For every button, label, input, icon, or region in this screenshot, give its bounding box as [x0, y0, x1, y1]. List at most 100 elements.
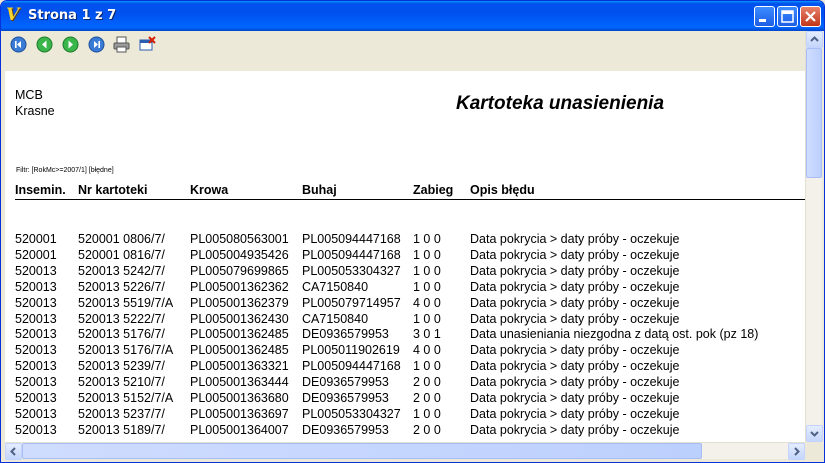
filter-text: Filtr: [RokMc>=2007/1] [błędne] — [16, 167, 114, 174]
cell-opis-bledu: Data unasieniania niezgodna z datą ost. … — [470, 327, 759, 342]
previous-page-icon[interactable] — [36, 36, 53, 53]
printer-icon[interactable] — [113, 36, 130, 53]
cell-buhaj: DE0936579953 — [302, 327, 389, 342]
cell-zabieg: 1 0 0 — [413, 359, 441, 374]
vertical-scrollbar[interactable] — [805, 31, 823, 442]
cell-insemin: 520013 — [15, 375, 57, 390]
column-header-krowa: Krowa — [190, 183, 229, 197]
cell-krowa: PL005001363680 — [190, 391, 289, 405]
cell-zabieg: 1 0 0 — [413, 232, 441, 246]
report-page: MCB Krasne Kartoteka unasienienia Filtr:… — [5, 71, 805, 442]
cell-insemin: 520013 — [15, 263, 57, 278]
cell-nr-kartoteki: 520013 5242/7/ — [78, 263, 165, 278]
cell-insemin: 520013 — [15, 279, 57, 294]
close-button[interactable] — [800, 6, 821, 27]
minimize-button[interactable] — [754, 6, 775, 27]
cell-buhaj: PL005053304327 — [302, 263, 401, 278]
cell-opis-bledu: Data pokrycia > daty próby - oczekuje — [470, 295, 680, 310]
cell-nr-kartoteki: 520013 5237/7/ — [78, 406, 165, 421]
cell-buhaj: CA7150840 — [302, 279, 369, 294]
cell-buhaj: DE0936579953 — [302, 422, 389, 437]
arrow-left-icon — [10, 447, 16, 456]
column-header-insemin: Insemin. — [15, 183, 66, 197]
cell-zabieg: 4 0 0 — [413, 295, 441, 310]
toolbar — [5, 31, 820, 71]
header-underline — [15, 199, 805, 200]
cell-krowa: PL005001364007 — [190, 422, 289, 437]
cell-zabieg: 1 0 0 — [413, 247, 441, 262]
cell-zabieg: 1 0 0 — [413, 263, 441, 278]
cell-opis-bledu: Data pokrycia > daty próby - oczekuje — [470, 247, 680, 262]
cell-zabieg: 1 0 0 — [413, 311, 441, 326]
last-page-icon[interactable] — [88, 36, 105, 53]
cell-krowa: PL005001363697 — [190, 406, 289, 421]
first-page-icon[interactable] — [10, 36, 27, 53]
cell-insemin: 520001 — [15, 247, 57, 262]
cell-krowa: PL005001362430 — [190, 311, 289, 326]
app-icon: V — [6, 5, 20, 25]
cell-opis-bledu: Data pokrycia > daty próby - oczekuje — [470, 311, 680, 326]
cell-nr-kartoteki: 520013 5226/7/ — [78, 279, 165, 294]
title-bar[interactable]: V Strona 1 z 7 — [1, 1, 824, 31]
cell-insemin: 520013 — [15, 327, 57, 342]
scroll-down-button[interactable] — [806, 425, 823, 442]
cell-nr-kartoteki: 520013 5176/7/ — [78, 327, 165, 342]
cell-krowa: PL005080563001 — [190, 232, 289, 246]
window-title: Strona 1 z 7 — [28, 8, 117, 23]
cell-buhaj: CA7150840 — [302, 311, 369, 326]
close-icon — [805, 11, 816, 22]
cell-krowa: PL005001362362 — [190, 279, 289, 294]
cell-insemin: 520013 — [15, 422, 57, 437]
maximize-button[interactable] — [777, 6, 798, 27]
cell-zabieg: 1 0 0 — [413, 279, 441, 294]
cell-zabieg: 1 0 0 — [413, 406, 441, 421]
cell-opis-bledu: Data pokrycia > daty próby - oczekuje — [470, 343, 680, 358]
cell-opis-bledu: Data pokrycia > daty próby - oczekuje — [470, 232, 680, 246]
vertical-scroll-thumb[interactable] — [806, 48, 822, 178]
cell-insemin: 520013 — [15, 295, 57, 310]
cell-zabieg: 2 0 0 — [413, 391, 441, 405]
cell-buhaj: PL005094447168 — [302, 359, 401, 374]
arrow-up-icon — [810, 36, 819, 42]
maximize-icon — [781, 10, 794, 23]
column-header-buhaj: Buhaj — [302, 183, 337, 197]
column-header-zabieg: Zabieg — [413, 183, 454, 197]
cell-krowa: PL005001362379 — [190, 295, 289, 310]
cell-nr-kartoteki: 520013 5222/7/ — [78, 311, 165, 326]
cell-buhaj: PL005079714957 — [302, 295, 401, 310]
column-header-nr-kartoteki: Nr kartoteki — [78, 183, 148, 197]
cell-insemin: 520013 — [15, 391, 57, 405]
cell-krowa: PL005001363321 — [190, 359, 289, 374]
cell-buhaj: PL005094447168 — [302, 232, 401, 246]
close-preview-icon[interactable] — [139, 36, 156, 53]
scroll-up-button[interactable] — [806, 31, 823, 48]
arrow-down-icon — [810, 431, 819, 437]
cell-nr-kartoteki: 520013 5189/7/ — [78, 422, 165, 437]
cell-zabieg: 2 0 0 — [413, 422, 441, 437]
next-page-icon[interactable] — [62, 36, 79, 53]
scrollbar-corner — [805, 442, 822, 459]
cell-krowa: PL005001362485 — [190, 327, 289, 342]
cell-krowa: PL005001362485 — [190, 343, 289, 358]
scroll-left-button[interactable] — [5, 443, 22, 460]
cell-insemin: 520013 — [15, 359, 57, 374]
cell-nr-kartoteki: 520013 5152/7/A — [78, 391, 174, 405]
cell-opis-bledu: Data pokrycia > daty próby - oczekuje — [470, 391, 680, 405]
cell-nr-kartoteki: 520013 5519/7/A — [78, 295, 174, 310]
cell-krowa: PL005004935426 — [190, 247, 289, 262]
cell-zabieg: 4 0 0 — [413, 343, 441, 358]
cell-opis-bledu: Data pokrycia > daty próby - oczekuje — [470, 279, 680, 294]
cell-nr-kartoteki: 520013 5239/7/ — [78, 359, 165, 374]
cell-insemin: 520013 — [15, 343, 57, 358]
horizontal-scroll-thumb[interactable] — [22, 443, 702, 459]
cell-nr-kartoteki: 520001 0806/7/ — [78, 232, 165, 246]
cell-krowa: PL005079699865 — [190, 263, 289, 278]
cell-nr-kartoteki: 520013 5210/7/ — [78, 375, 165, 390]
scroll-right-button[interactable] — [788, 443, 805, 460]
cell-insemin: 520013 — [15, 311, 57, 326]
cell-zabieg: 2 0 0 — [413, 375, 441, 390]
cell-insemin: 520001 — [15, 232, 57, 246]
minimize-icon — [759, 19, 766, 22]
horizontal-scrollbar[interactable] — [5, 442, 805, 460]
cell-buhaj: DE0936579953 — [302, 375, 389, 390]
